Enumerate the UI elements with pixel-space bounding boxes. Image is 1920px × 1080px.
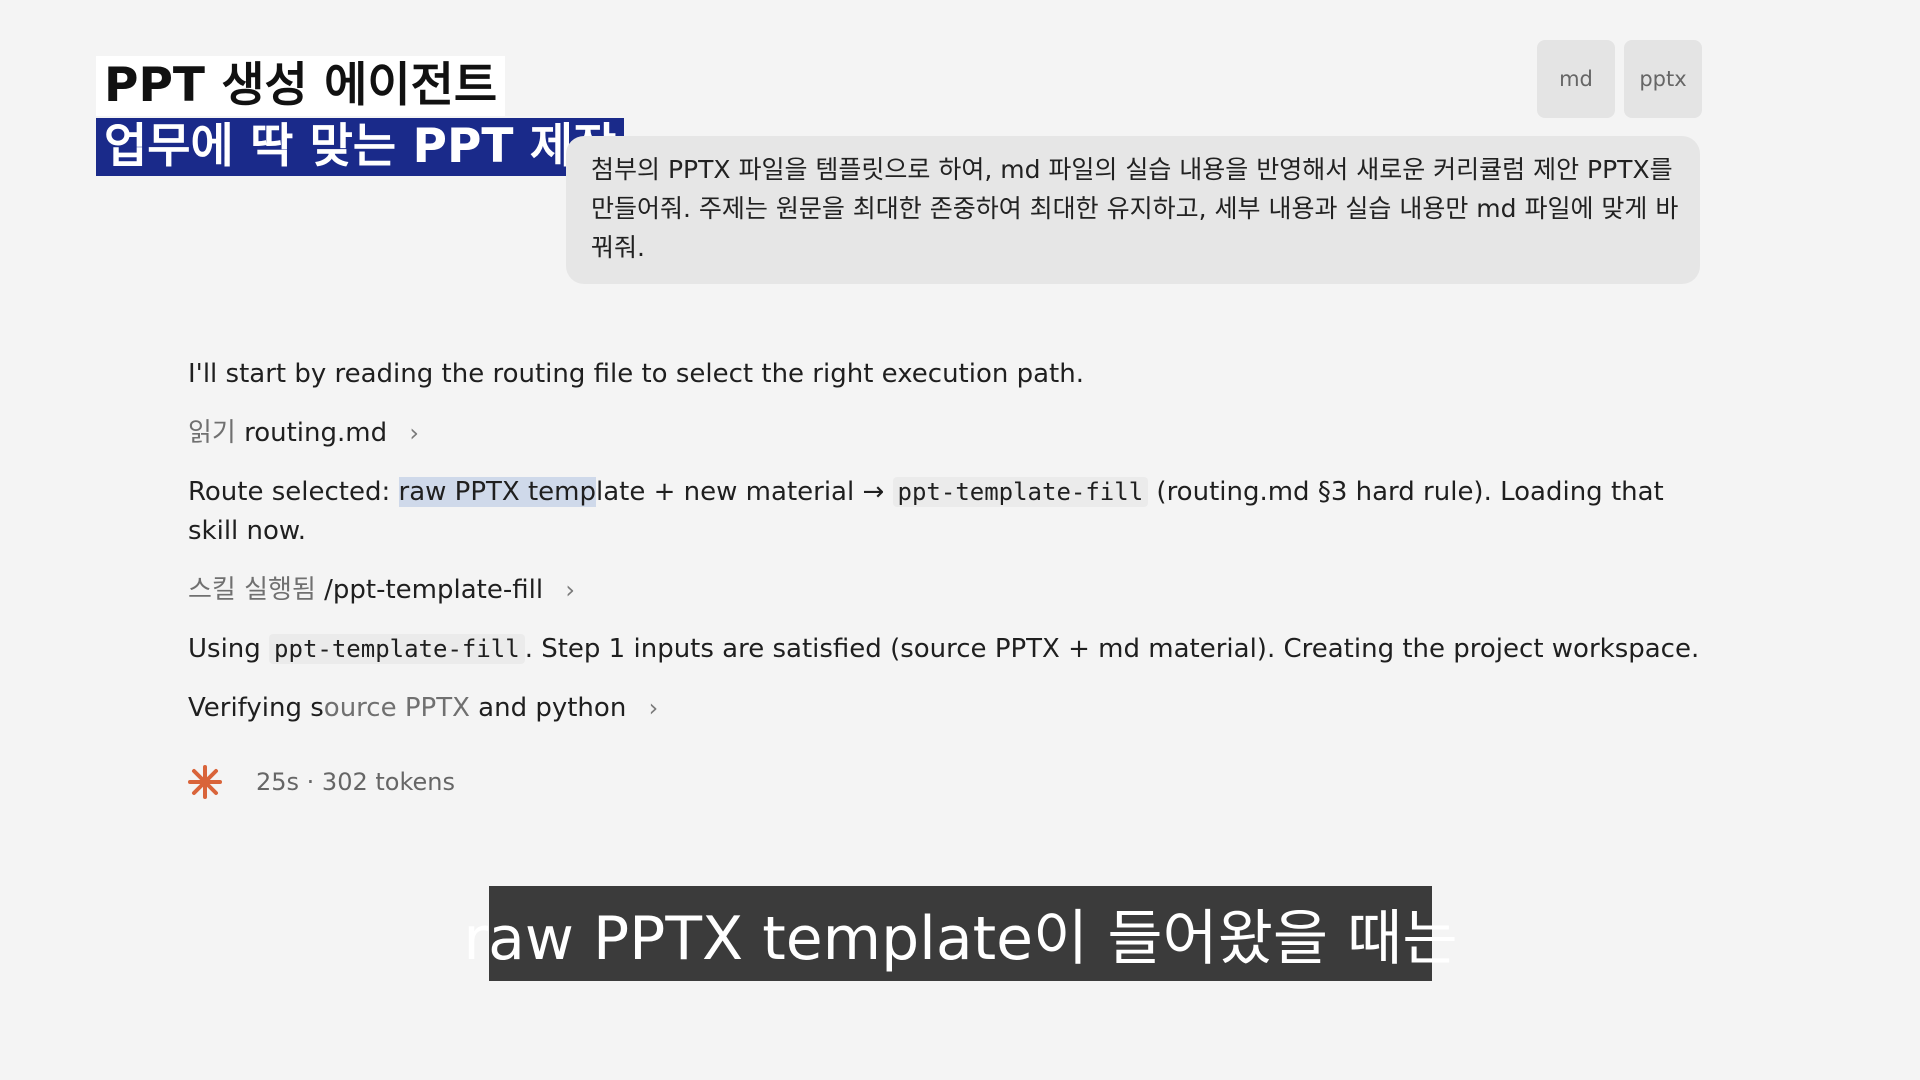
chevron-right-icon: ›: [648, 694, 659, 722]
route-code: ppt-template-fill: [892, 477, 1149, 507]
route-line2: skill now.: [188, 516, 307, 546]
verifying-action[interactable]: Verifying source PPTX and python ›: [188, 689, 658, 728]
attachment-md-label: md: [1559, 67, 1593, 91]
user-message-text: 첨부의 PPTX 파일을 템플릿으로 하여, md 파일의 실습 내용을 반영해…: [591, 155, 1679, 262]
user-message-bubble: 첨부의 PPTX 파일을 템플릿으로 하여, md 파일의 실습 내용을 반영해…: [566, 136, 1700, 284]
route-highlight: raw PPTX temp: [398, 477, 597, 507]
read-action-target: routing.md: [244, 418, 388, 448]
verifying-b: ource PPTX: [323, 693, 470, 723]
route-rest: late + new material →: [596, 477, 893, 507]
verifying-a: Verifying s: [188, 693, 324, 723]
attachment-pptx-label: pptx: [1639, 67, 1687, 91]
skill-action-target: /ppt-template-fill: [324, 575, 544, 605]
caption: raw PPTX template이 들어왔을 때는: [463, 886, 1458, 981]
intro-text: I'll start by reading the routing file t…: [188, 359, 1084, 389]
using-prefix: Using: [188, 634, 270, 664]
caption-text: raw PPTX template이 들어왔을 때는: [463, 904, 1458, 974]
overlay-subtitle: 업무에 딱 맞는 PPT 제작: [96, 118, 625, 176]
route-suffix: (routing.md §3 hard rule). Loading that: [1148, 477, 1664, 507]
spark-icon: [188, 765, 222, 799]
skill-action-prefix: 스킬 실행됨: [188, 575, 316, 605]
attachment-md[interactable]: md: [1537, 40, 1615, 118]
route-prefix: Route selected:: [188, 477, 399, 507]
overlay-title: PPT 생성 에이전트: [96, 56, 506, 116]
status-text: 25s · 302 tokens: [256, 768, 455, 796]
chevron-right-icon: ›: [565, 576, 575, 604]
read-action-prefix: 읽기: [188, 418, 236, 448]
using-suffix: . Step 1 inputs are satisfied (source PP…: [524, 634, 1700, 664]
chevron-right-icon: ›: [409, 419, 419, 447]
attachment-pptx[interactable]: pptx: [1624, 40, 1702, 118]
route-selected-text: Route selected: raw PPTX template + new …: [188, 473, 1664, 512]
using-code: ppt-template-fill: [269, 634, 525, 664]
verifying-c: and python: [469, 693, 627, 723]
using-text: Using ppt-template-fill. Step 1 inputs a…: [188, 630, 1699, 669]
screen: PPT 생성 에이전트 업무에 딱 맞는 PPT 제작 md pptx 첨부의 …: [0, 0, 1920, 1080]
read-routing-action[interactable]: 읽기 routing.md ›: [188, 414, 419, 453]
status-row: 25s · 302 tokens: [188, 765, 455, 799]
skill-run-action[interactable]: 스킬 실행됨 /ppt-template-fill ›: [188, 571, 575, 610]
